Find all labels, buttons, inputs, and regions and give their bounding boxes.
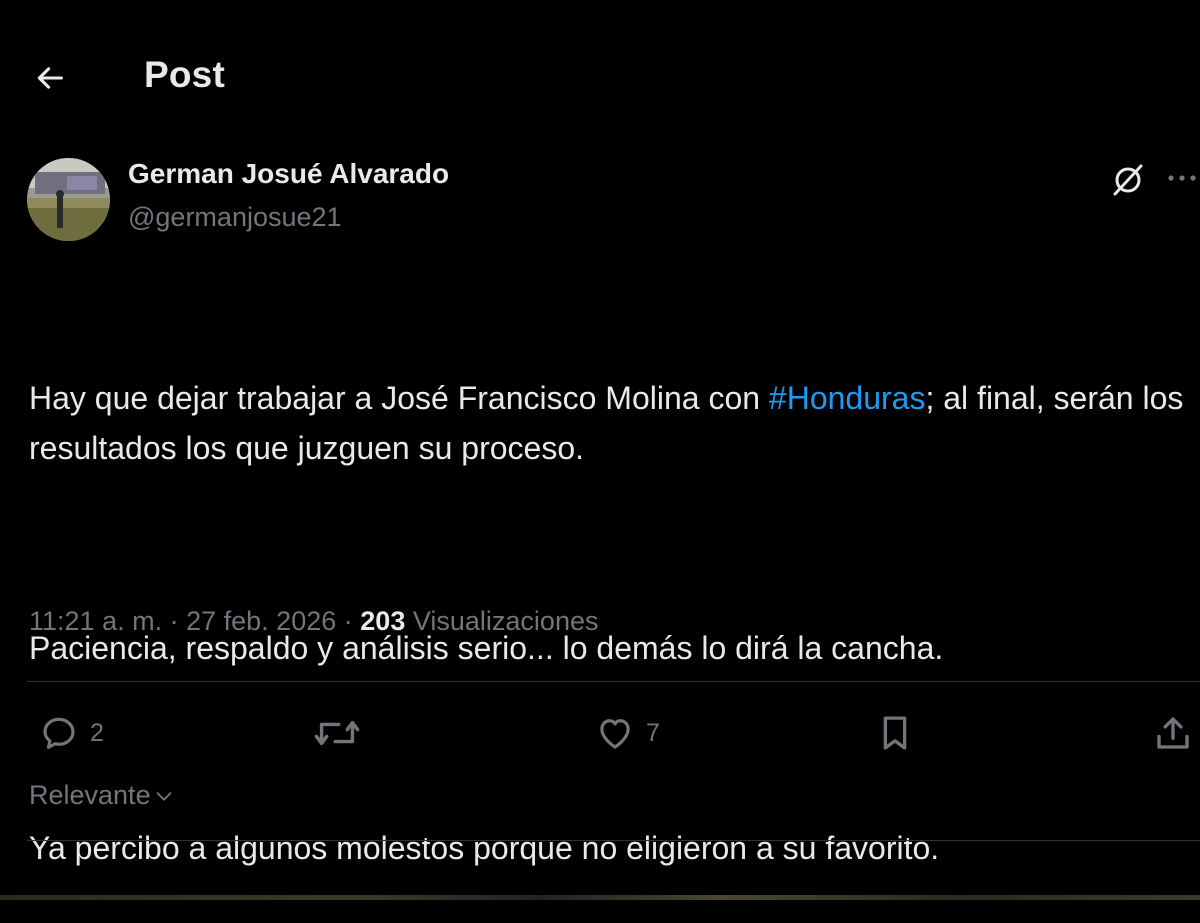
author-handle[interactable]: @germanjosue21	[128, 202, 342, 233]
avatar-image	[27, 158, 110, 241]
bookmark-icon	[883, 716, 907, 750]
meta-separator: ·	[343, 606, 353, 636]
next-post-preview-strip	[0, 895, 1200, 900]
tweet-paragraph: Ya percibo a algunos molestos porque no …	[29, 830, 940, 866]
header-bar: Post	[0, 0, 1200, 150]
divider	[27, 840, 1200, 841]
replies-sort-dropdown[interactable]: Relevante	[29, 780, 175, 811]
share-icon	[1157, 717, 1189, 749]
sort-label: Relevante	[29, 780, 151, 810]
hashtag-link[interactable]: #Honduras	[769, 380, 926, 416]
like-count: 7	[646, 718, 660, 747]
heart-icon	[600, 719, 630, 749]
tweet-text: Hay que dejar trabajar a José Francisco …	[29, 273, 1189, 923]
tweet-metadata: 11:21 a. m. · 27 feb. 2026 · 203 Visuali…	[29, 606, 598, 637]
reply-count: 2	[90, 718, 104, 747]
tweet-text-segment: Hay que dejar trabajar a José Francisco …	[29, 380, 769, 416]
bookmark-button[interactable]	[874, 708, 916, 758]
arrow-left-icon	[37, 67, 63, 89]
repost-button[interactable]	[313, 708, 361, 758]
divider	[27, 681, 1200, 682]
share-button[interactable]	[1152, 708, 1194, 758]
grok-icon	[1113, 164, 1143, 196]
more-options-button[interactable]	[1164, 158, 1200, 198]
author-display-name[interactable]: German Josué Alvarado	[128, 158, 449, 190]
tweet-date[interactable]: 27 feb. 2026	[186, 606, 336, 636]
tweet-paragraph: Hay que dejar trabajar a José Francisco …	[29, 373, 1189, 473]
reply-icon	[43, 717, 75, 749]
views-label: Visualizaciones	[412, 606, 599, 636]
reply-button[interactable]: 2	[38, 708, 104, 758]
page-title: Post	[144, 54, 225, 95]
repost-icon	[314, 721, 360, 745]
avatar[interactable]	[27, 158, 110, 241]
more-dots-icon	[1168, 175, 1196, 181]
meta-separator: ·	[169, 606, 179, 636]
like-button[interactable]: 7	[594, 708, 660, 758]
grok-button[interactable]	[1106, 158, 1150, 202]
back-button[interactable]	[28, 56, 72, 100]
chevron-down-icon	[156, 791, 171, 801]
tweet-time[interactable]: 11:21 a. m.	[29, 606, 162, 636]
views-count: 203	[360, 606, 406, 636]
